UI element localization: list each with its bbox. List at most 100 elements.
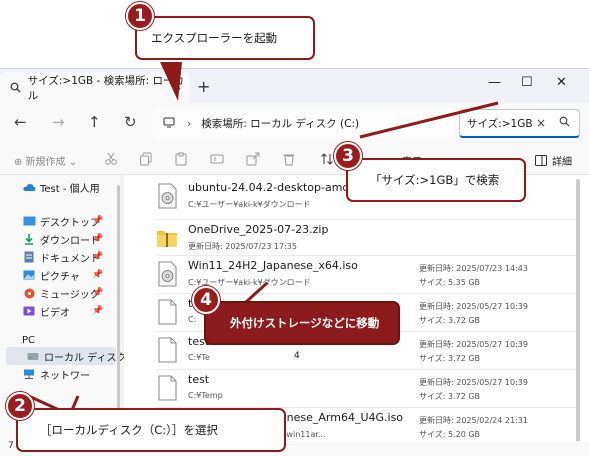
callout-4-text: 外付けストレージなどに移動 <box>230 316 380 330</box>
nav-item-label: ミュージック <box>40 289 100 301</box>
pin-icon: 📌 <box>92 234 104 244</box>
monitor-icon <box>163 117 175 131</box>
nav-item-documents[interactable]: ドキュメント <box>22 249 100 265</box>
search-icon[interactable] <box>559 116 570 130</box>
disc-image-icon <box>156 261 178 287</box>
pin-icon: 📌 <box>92 270 104 280</box>
search-query: サイズ:>1GB <box>467 117 533 130</box>
nav-item-label: ビデオ <box>40 307 70 319</box>
file-row[interactable]: Win11_24H2_Japanese_x64.iso C:¥ユーザー¥aki-k… <box>156 257 576 297</box>
file-modified: 更新日時: 2025/02/24 21:31 <box>419 416 528 425</box>
forward-button[interactable]: → <box>52 115 65 130</box>
maximize-button[interactable]: ☐ <box>521 75 533 90</box>
file-size: サイズ: 3.72 GB <box>419 316 481 325</box>
file-icon <box>156 299 178 325</box>
tab-close-button[interactable]: × <box>172 79 182 93</box>
drive-icon <box>26 350 40 362</box>
nav-item-downloads[interactable]: ダウンロード <box>22 231 100 247</box>
explorer-window: サイズ:>1GB - 検索場所: ローカル × + — ☐ ✕ ← → ↑ ↻ … <box>0 68 589 456</box>
step-badge-3: 3 <box>334 142 362 170</box>
nav-item-label: デスクトップ <box>40 217 100 229</box>
row-divider <box>156 369 576 370</box>
breadcrumb: 検索場所: ローカル ディスク (C:) <box>201 118 360 130</box>
nav-scrollbar[interactable] <box>117 185 120 435</box>
file-modified: 更新日時: 2025/05/27 10:39 <box>419 378 528 387</box>
step-badge-4: 4 <box>192 286 220 314</box>
file-location: C:¥Te <box>188 353 210 362</box>
nav-item-pictures[interactable]: ピクチャ <box>22 267 80 283</box>
callout-2-text: ［ローカルディスク（C:）］を選択 <box>40 423 218 437</box>
document-icon <box>22 251 36 263</box>
minimize-button[interactable]: — <box>488 75 501 90</box>
nav-item-onedrive[interactable]: Test - 個人用 <box>22 179 100 195</box>
search-input[interactable]: サイズ:>1GB × <box>459 109 580 138</box>
up-button[interactable]: ↑ <box>88 115 101 130</box>
rename-icon[interactable] <box>210 152 224 166</box>
file-name: OneDrive_2025-07-23.zip <box>188 223 329 236</box>
address-bar[interactable]: › 検索場所: ローカル ディスク (C:) <box>153 109 453 138</box>
nav-item-desktop[interactable]: デスクトップ <box>22 213 100 229</box>
step-badge-1: 1 <box>126 2 154 30</box>
disc-image-icon <box>156 183 178 209</box>
search-clear-button[interactable]: × <box>536 116 546 130</box>
pin-icon: 📌 <box>92 288 104 298</box>
address-bar-row: ← → ↑ ↻ › 検索場所: ローカル ディスク (C:) サイズ:>1GB … <box>0 103 589 145</box>
refresh-button[interactable]: ↻ <box>124 115 137 130</box>
close-window-button[interactable]: ✕ <box>556 75 567 90</box>
copy-icon[interactable] <box>139 152 153 166</box>
file-size: サイズ: 5.35 GB <box>419 278 481 287</box>
nav-item-label: PC <box>22 334 36 346</box>
nav-item-label: ネットワー <box>40 370 90 382</box>
file-modified: 更新日時: 2025/07/23 14:43 <box>419 264 528 273</box>
nav-item-network[interactable]: ネットワー <box>22 366 90 382</box>
search-icon <box>10 82 22 94</box>
tab-bar: サイズ:>1GB - 検索場所: ローカル × + — ☐ ✕ <box>0 69 589 103</box>
video-icon <box>22 305 36 317</box>
callout-4: 外付けストレージなどに移動 <box>204 301 400 345</box>
nav-item-label: ピクチャ <box>40 271 80 283</box>
new-tab-button[interactable]: + <box>197 77 210 96</box>
breadcrumb-separator: › <box>187 117 192 130</box>
paste-icon[interactable] <box>174 152 188 166</box>
row-divider <box>156 219 576 220</box>
nav-item-label: Test - 個人用 <box>40 183 100 195</box>
step-badge-2: 2 <box>6 392 34 420</box>
back-button[interactable]: ← <box>14 115 27 130</box>
cut-icon[interactable] <box>104 152 118 166</box>
tab-search-results[interactable]: サイズ:>1GB - 検索場所: ローカル <box>0 72 190 103</box>
file-row[interactable]: test C:¥Temp 更新日時: 2025/05/27 10:39 サイズ: 3.… <box>156 371 576 411</box>
file-list-scrollbar[interactable] <box>576 179 580 449</box>
pin-icon: 📌 <box>92 216 104 226</box>
stray-text: 4 <box>294 351 300 361</box>
callout-1-text: エクスプローラーを起動 <box>151 31 278 45</box>
callout-1: エクスプローラーを起動 <box>135 16 315 60</box>
file-location: C:¥ユーザー¥aki-k¥ダウンロード <box>188 200 311 209</box>
zip-folder-icon <box>156 225 178 251</box>
item-count: 7 <box>8 441 14 451</box>
cloud-icon <box>22 181 36 193</box>
nav-item-label: ダウンロード <box>40 235 100 247</box>
nav-item-pc[interactable]: PC <box>22 332 35 348</box>
callout-3-text: 「サイズ:>1GB」で検索 <box>370 173 500 187</box>
new-button[interactable]: ⊕ 新規作成 ⌄ <box>14 153 77 168</box>
file-location: C: <box>188 315 197 324</box>
file-icon <box>156 375 178 401</box>
share-icon[interactable] <box>246 152 260 166</box>
file-icon <box>156 337 178 363</box>
file-size: サイズ: 3.72 GB <box>419 354 481 363</box>
nav-item-label: ドキュメント <box>40 253 100 265</box>
details-button[interactable]: 詳細 <box>535 153 572 168</box>
file-name: Win11_24H2_Japanese_x64.iso <box>188 259 358 272</box>
file-location: 更新日時: 2025/07/23 17:35 <box>188 242 297 251</box>
file-modified: 更新日時: 2025/05/27 10:39 <box>419 302 528 311</box>
nav-item-videos[interactable]: ビデオ <box>22 303 70 319</box>
nav-item-music[interactable]: ミュージック <box>22 285 100 301</box>
callout-3: 「サイズ:>1GB」で検索 <box>346 158 526 202</box>
sort-icon[interactable] <box>320 152 334 166</box>
callout-2: ［ローカルディスク（C:）］を選択 <box>16 408 286 452</box>
details-label: 詳細 <box>552 157 572 168</box>
network-icon <box>22 368 36 380</box>
file-size: サイズ: 3.72 GB <box>419 392 481 401</box>
delete-icon[interactable] <box>282 152 296 166</box>
details-pane-icon <box>535 155 547 166</box>
